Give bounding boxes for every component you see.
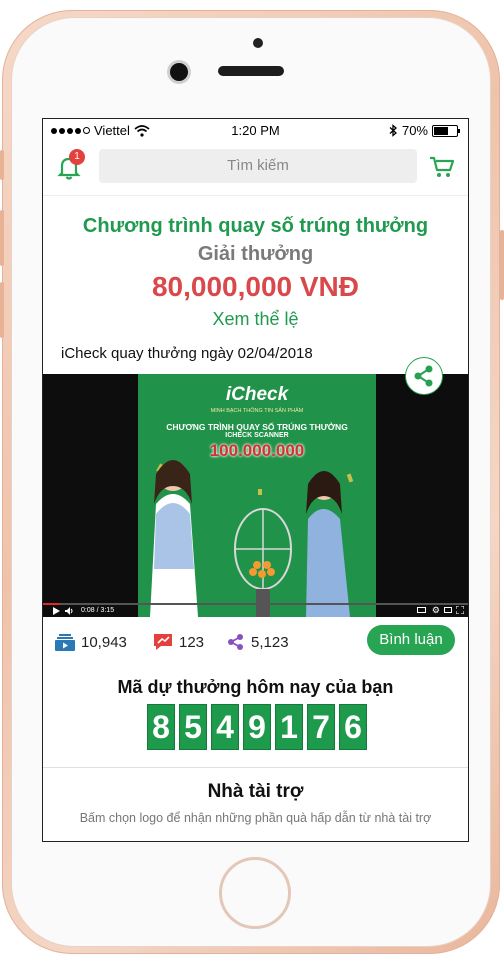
lucky-code-title: Mã dự thưởng hôm nay của bạn bbox=[117, 677, 394, 697]
play-icon[interactable] bbox=[53, 607, 60, 615]
mute-switch bbox=[0, 150, 4, 180]
battery-icon bbox=[432, 124, 460, 137]
poster-amount: 100.000.000 bbox=[209, 441, 305, 460]
code-digit: 7 bbox=[307, 704, 335, 750]
video-progress-fill bbox=[43, 603, 60, 605]
reactions-stat: 123 bbox=[153, 633, 204, 651]
code-digit: 9 bbox=[243, 704, 271, 750]
notification-badge: 1 bbox=[69, 149, 85, 165]
power-button bbox=[500, 230, 504, 300]
video-player[interactable]: iCheck MINH BẠCH THÔNG TIN SẢN PHẨM CHƯƠ… bbox=[43, 374, 468, 617]
shares-count: 5,123 bbox=[251, 633, 289, 651]
poster-logo: iCheck bbox=[225, 384, 289, 405]
reaction-icon bbox=[154, 634, 172, 650]
comment-button[interactable]: Bình luận bbox=[367, 625, 455, 655]
poster-subheading: ICHECK SCANNER bbox=[225, 432, 289, 439]
promo-title: Chương trình quay số trúng thưởng bbox=[82, 215, 429, 237]
share-count-icon bbox=[228, 634, 243, 650]
status-bar: Viettel 1:20 PM 70% bbox=[43, 119, 468, 143]
header-divider bbox=[43, 195, 468, 196]
video-stack-icon bbox=[55, 634, 75, 651]
prize-amount: 80,000,000 VNĐ bbox=[151, 271, 360, 302]
sponsor-title: Nhà tài trợ bbox=[207, 781, 304, 802]
views-count: 10,943 bbox=[81, 633, 127, 651]
captions-icon[interactable] bbox=[417, 607, 426, 613]
share-button[interactable] bbox=[405, 357, 443, 395]
code-digit: 6 bbox=[339, 704, 367, 750]
reactions-count: 123 bbox=[179, 633, 205, 651]
settings-gear-icon[interactable]: ⚙ bbox=[432, 606, 440, 615]
proximity-sensor bbox=[253, 38, 263, 48]
section-divider bbox=[43, 767, 468, 768]
code-digit: 8 bbox=[147, 704, 175, 750]
cart-icon[interactable] bbox=[429, 155, 455, 179]
code-digit: 1 bbox=[275, 704, 303, 750]
app-screen: Viettel 1:20 PM 70% 1 Tìm kiếm Chương tr… bbox=[42, 118, 469, 842]
poster-heading: CHƯƠNG TRÌNH QUAY SỐ TRÚNG THƯỞNG bbox=[166, 422, 348, 432]
share-icon bbox=[414, 365, 432, 386]
video-progress-track[interactable] bbox=[43, 603, 468, 605]
code-digit: 5 bbox=[179, 704, 207, 750]
views-stat: 10,943 bbox=[55, 633, 127, 651]
front-camera bbox=[170, 63, 188, 81]
video-poster: iCheck MINH BẠCH THÔNG TIN SẢN PHẨM CHƯƠ… bbox=[138, 374, 376, 617]
lucky-code-digits: 8 5 4 9 1 7 6 bbox=[147, 704, 367, 750]
top-bar: 1 Tìm kiếm bbox=[43, 145, 468, 193]
miniplayer-icon[interactable] bbox=[444, 607, 452, 613]
prize-label: Giải thưởng bbox=[197, 243, 314, 265]
volume-up-button bbox=[0, 210, 4, 266]
earpiece-speaker bbox=[218, 66, 284, 76]
shares-stat: 5,123 bbox=[227, 633, 289, 651]
video-controls: 0:08 / 3:15 ⚙ bbox=[43, 603, 468, 617]
fullscreen-icon[interactable] bbox=[455, 605, 465, 615]
video-stats: 10,943 123 5,123 Bình luận bbox=[43, 617, 468, 663]
code-digit: 4 bbox=[211, 704, 239, 750]
home-button[interactable] bbox=[219, 857, 291, 929]
battery-percent: 70% bbox=[401, 123, 428, 138]
bluetooth-icon bbox=[389, 124, 397, 137]
poster-tagline: MINH BẠCH THÔNG TIN SẢN PHẨM bbox=[210, 408, 304, 414]
rules-link[interactable]: Xem thể lệ bbox=[43, 309, 468, 330]
video-time: 0:08 / 3:15 bbox=[81, 607, 115, 614]
volume-down-button bbox=[0, 282, 4, 338]
search-input[interactable]: Tìm kiếm bbox=[99, 149, 417, 183]
sponsor-subtitle: Bấm chọn logo để nhận những phần quà hấp… bbox=[79, 811, 432, 825]
video-title: iCheck quay thưởng ngày 02/04/2018 bbox=[61, 345, 313, 362]
volume-icon[interactable] bbox=[65, 607, 74, 615]
